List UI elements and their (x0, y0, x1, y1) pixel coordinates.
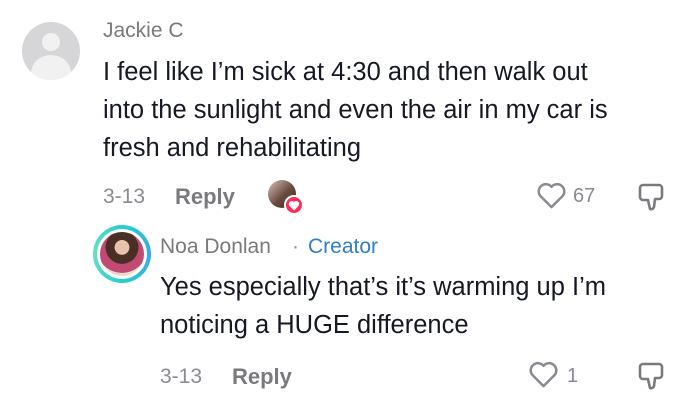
reply-username[interactable]: Noa Donlan (160, 235, 271, 259)
heart-outline-icon[interactable] (528, 360, 559, 389)
reply-text-line: Yes especially that’s it’s warming up I’… (160, 273, 606, 301)
default-avatar-icon[interactable] (22, 22, 80, 80)
dislike-icon[interactable] (637, 181, 669, 213)
like-count: 1 (567, 365, 579, 387)
comments-panel: Jackie C I feel like I’m sick at 4:30 an… (0, 0, 700, 403)
reply-text-line: noticing a HUGE difference (160, 311, 469, 339)
comment-text-line: I feel like I’m sick at 4:30 and then wa… (103, 58, 588, 86)
comment-username[interactable]: Jackie C (103, 19, 184, 43)
reply-date: 3-13 (160, 365, 203, 388)
dislike-icon[interactable] (637, 360, 669, 392)
creator-avatar[interactable] (93, 225, 151, 283)
heart-outline-icon[interactable] (536, 181, 567, 210)
separator-dot: · (292, 235, 299, 258)
comment-date: 3-13 (103, 185, 146, 208)
comment-text-line: fresh and rehabilitating (103, 134, 362, 162)
reply-button[interactable]: Reply (175, 184, 235, 210)
like-count: 67 (573, 185, 596, 207)
creator-badge: Creator (308, 235, 379, 258)
comment-text-line: into the sunlight and even the air in my… (103, 96, 608, 124)
liked-heart-badge-icon (284, 195, 304, 215)
reply-button[interactable]: Reply (232, 364, 292, 390)
